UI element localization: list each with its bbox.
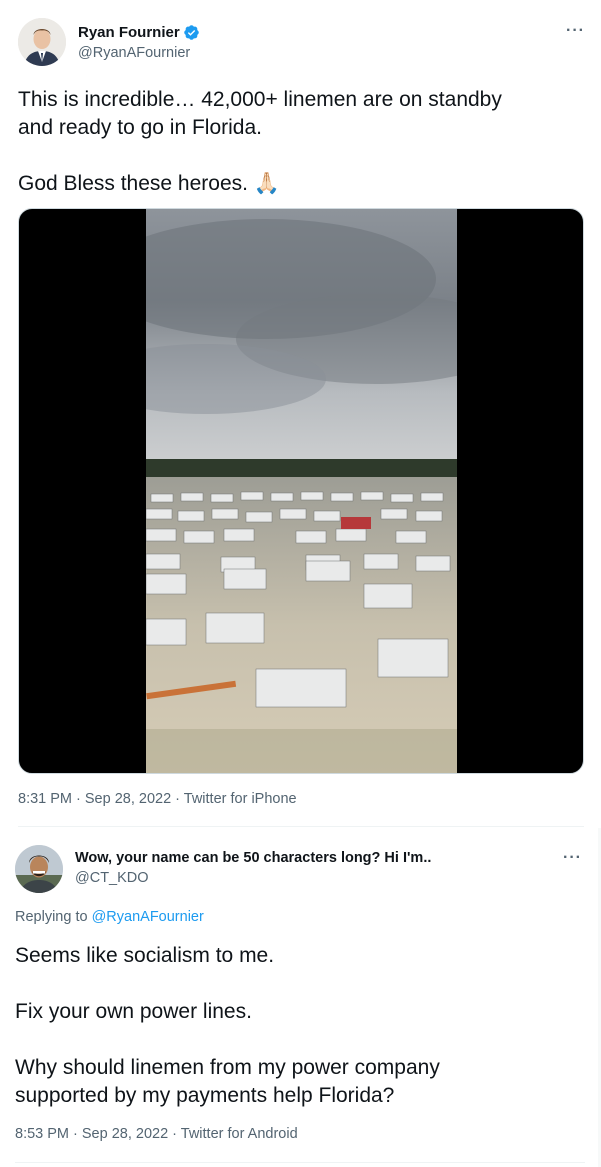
avatar-portrait-icon (18, 18, 66, 66)
divider (15, 1162, 585, 1163)
tweet-text-line: supported by my payments help Florida? (15, 1084, 395, 1107)
tweet-text: Seems like socialism to me. Fix your own… (15, 942, 590, 1110)
tweet-text-line: Why should linemen from my power company (15, 1056, 440, 1079)
avatar[interactable] (15, 845, 63, 893)
tweet-text-line: This is incredible… 42,000+ linemen are … (18, 88, 502, 111)
replying-to: Replying to @RyanAFournier (15, 909, 204, 925)
tweet-text-line: Seems like socialism to me. (15, 944, 275, 967)
more-options-icon[interactable]: ··· (566, 22, 585, 40)
more-options-icon[interactable]: ··· (563, 849, 582, 867)
replying-to-handle-link[interactable]: @RyanAFournier (92, 909, 204, 925)
tweet-text: This is incredible… 42,000+ linemen are … (18, 86, 588, 198)
author-handle[interactable]: @CT_KDO (75, 870, 149, 886)
trucks-staging-image (146, 209, 457, 773)
author-name-row[interactable]: Wow, your name can be 50 characters long… (75, 850, 431, 866)
author-name[interactable]: Wow, your name can be 50 characters long… (75, 850, 431, 866)
author-name[interactable]: Ryan Fournier (78, 24, 180, 41)
tweet-text-line: God Bless these heroes. 🙏🏻 (18, 172, 280, 195)
divider (18, 826, 584, 827)
video-frame (146, 209, 457, 773)
tweet-text-line: and ready to go in Florida. (18, 116, 262, 139)
tweet-timestamp[interactable]: 8:53 PM · Sep 28, 2022 · Twitter for And… (15, 1126, 298, 1142)
tweet-timestamp[interactable]: 8:31 PM · Sep 28, 2022 · Twitter for iPh… (18, 791, 297, 807)
author-handle[interactable]: @RyanAFournier (78, 45, 190, 61)
avatar[interactable] (18, 18, 66, 66)
author-name-row[interactable]: Ryan Fournier (78, 24, 200, 41)
tweet-main: Ryan Fournier @RyanAFournier ··· This is… (0, 0, 601, 828)
verified-badge-icon (183, 24, 200, 41)
tweet-text-line: Fix your own power lines. (15, 1000, 252, 1023)
avatar-portrait-icon (15, 845, 63, 893)
replying-to-prefix: Replying to (15, 909, 92, 925)
video-player[interactable] (18, 208, 584, 774)
